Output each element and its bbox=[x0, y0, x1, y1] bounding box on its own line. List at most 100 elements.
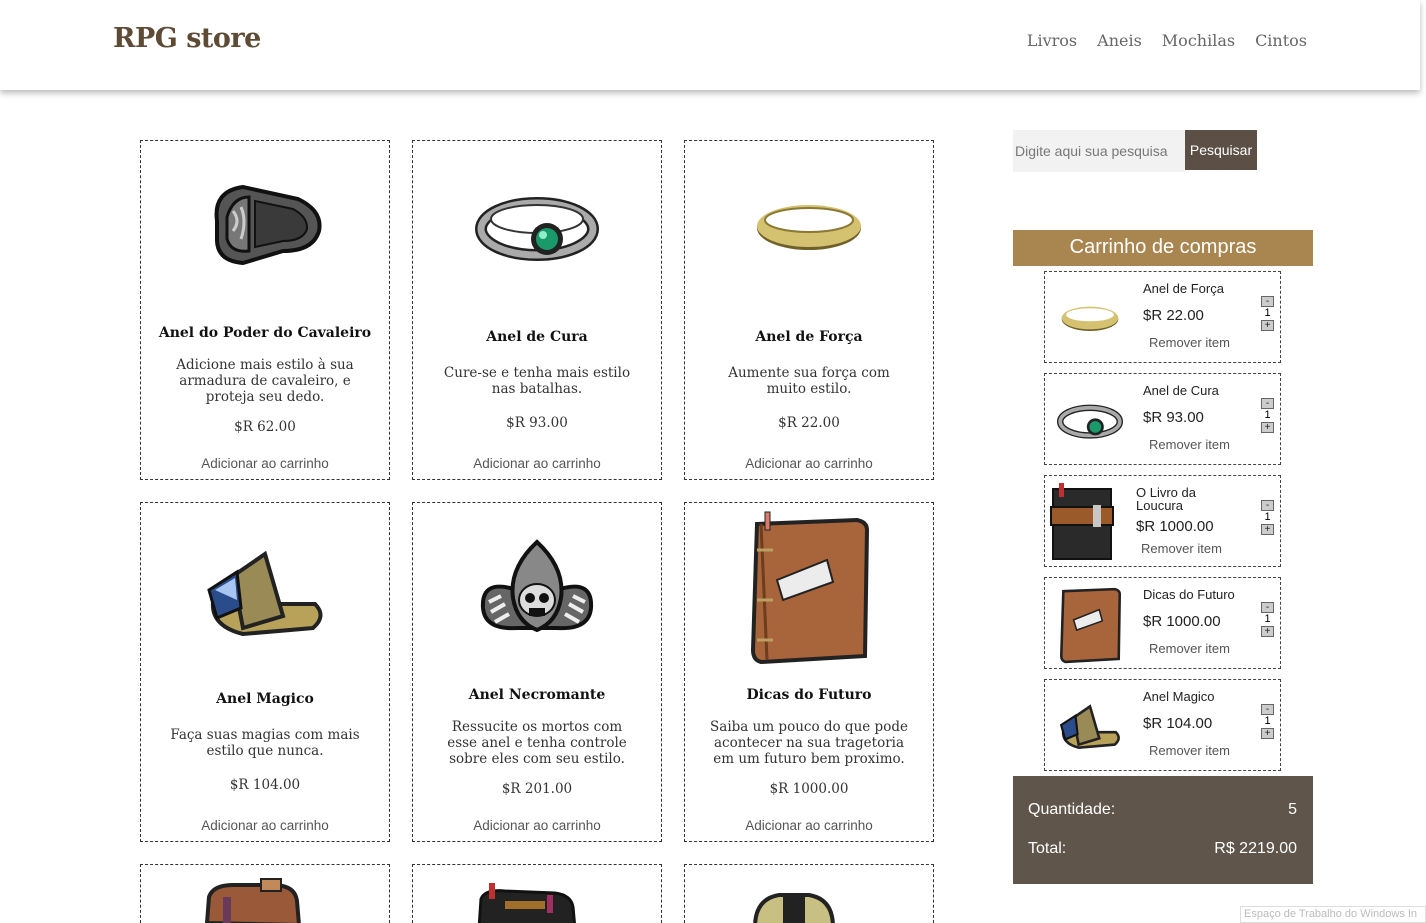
product-description: Saiba um pouco do que pode acontecer na … bbox=[710, 719, 908, 767]
dark-book-icon bbox=[1050, 483, 1114, 560]
add-to-cart-button[interactable]: Adicionar ao carrinho bbox=[685, 456, 933, 471]
cart-item-price: $R 93.00 bbox=[1143, 409, 1204, 426]
cart-item: Anel de Cura $R 93.00 Remover item - 1 + bbox=[1044, 373, 1281, 465]
product-name: Anel do Poder do Cavaleiro bbox=[158, 325, 372, 341]
cart-item: Anel de Força $R 22.00 Remover item - 1 … bbox=[1044, 271, 1281, 363]
cart-item-price: $R 1000.00 bbox=[1143, 613, 1221, 630]
cart-summary: Quantidade: 5 Total: R$ 2219.00 bbox=[1013, 776, 1313, 884]
product-name: Anel de Força bbox=[755, 329, 863, 345]
product-card bbox=[140, 864, 390, 923]
cart-item: O Livro da Loucura $R 1000.00 Remover it… bbox=[1044, 475, 1281, 567]
quantity-value: 1 bbox=[1261, 613, 1274, 626]
product-price: $R 201.00 bbox=[501, 781, 573, 797]
product-card bbox=[684, 864, 934, 923]
backpack-icon bbox=[204, 878, 301, 923]
add-to-cart-button[interactable]: Adicionar ao carrinho bbox=[413, 456, 661, 471]
quantity-value: 1 bbox=[1261, 307, 1274, 320]
cart-item-price: $R 22.00 bbox=[1143, 307, 1204, 324]
add-to-cart-button[interactable]: Adicionar ao carrinho bbox=[141, 456, 389, 471]
belt-icon bbox=[753, 893, 835, 923]
product-image bbox=[685, 141, 933, 311]
quantity-value: 1 bbox=[1261, 409, 1274, 422]
decrease-button[interactable]: - bbox=[1261, 398, 1274, 409]
nav-item-mochilas[interactable]: Mochilas bbox=[1162, 31, 1235, 50]
product-name: Dicas do Futuro bbox=[746, 687, 872, 703]
product-card: Anel de Força Aumente sua força com muit… bbox=[684, 140, 934, 480]
add-to-cart-button[interactable]: Adicionar ao carrinho bbox=[413, 818, 661, 833]
add-to-cart-button[interactable]: Adicionar ao carrinho bbox=[685, 818, 933, 833]
cart-item: Anel Magico $R 104.00 Remover item - 1 + bbox=[1044, 679, 1281, 771]
quantity-stepper: - 1 + bbox=[1261, 398, 1274, 433]
product-image bbox=[413, 503, 661, 673]
dark-book-icon bbox=[477, 883, 576, 923]
product-card: Anel do Poder do Cavaleiro Adicione mais… bbox=[140, 140, 390, 480]
cart-item-image bbox=[1047, 483, 1117, 560]
product-card: Anel de Cura Cure-se e tenha mais estilo… bbox=[412, 140, 662, 480]
product-price: $R 1000.00 bbox=[769, 781, 849, 797]
product-description: Aumente sua força com muito estilo. bbox=[728, 365, 890, 397]
os-watermark: Espaço de Trabalho do Windows In bbox=[1240, 906, 1426, 923]
brown-book-icon bbox=[1059, 587, 1122, 664]
increase-button[interactable]: + bbox=[1261, 626, 1274, 637]
increase-button[interactable]: + bbox=[1261, 728, 1274, 739]
cart-item-price: $R 104.00 bbox=[1143, 715, 1213, 732]
remove-item-button[interactable]: Remover item bbox=[1141, 541, 1222, 556]
remove-item-button[interactable]: Remover item bbox=[1149, 743, 1230, 758]
product-card bbox=[412, 864, 662, 923]
remove-item-button[interactable]: Remover item bbox=[1149, 437, 1230, 452]
decrease-button[interactable]: - bbox=[1261, 296, 1274, 307]
product-image bbox=[141, 141, 389, 311]
quantity-total: 5 bbox=[1288, 801, 1297, 818]
cart-item-name: O Livro da Loucura bbox=[1136, 485, 1196, 513]
product-card: Anel Magico Faça suas magias com mais es… bbox=[140, 502, 390, 842]
knight-ring-icon bbox=[214, 184, 322, 266]
cart-item-image bbox=[1051, 586, 1129, 664]
cart-item: Dicas do Futuro $R 1000.00 Remover item … bbox=[1044, 577, 1281, 669]
cart-item-image bbox=[1051, 382, 1129, 458]
product-price: $R 104.00 bbox=[229, 777, 301, 793]
gold-ring-icon bbox=[1061, 306, 1119, 332]
cart-item-price: $R 1000.00 bbox=[1136, 518, 1214, 535]
remove-item-button[interactable]: Remover item bbox=[1149, 641, 1230, 656]
decrease-button[interactable]: - bbox=[1261, 704, 1274, 715]
nav-item-livros[interactable]: Livros bbox=[1027, 31, 1077, 50]
add-to-cart-button[interactable]: Adicionar ao carrinho bbox=[141, 818, 389, 833]
cart-item-name: Anel de Cura bbox=[1143, 383, 1219, 398]
cart-item-name: Dicas do Futuro bbox=[1143, 587, 1235, 602]
product-description: Ressucite os mortos com esse anel e tenh… bbox=[447, 719, 627, 767]
product-price: $R 22.00 bbox=[778, 415, 840, 431]
cart-title: Carrinho de compras bbox=[1013, 230, 1313, 266]
quantity-value: 1 bbox=[1261, 715, 1274, 728]
site-logo[interactable]: RPG store bbox=[113, 23, 261, 54]
total-label: Total: bbox=[1028, 840, 1067, 857]
search-input[interactable] bbox=[1013, 130, 1185, 172]
product-name: Anel de Cura bbox=[486, 329, 588, 345]
decrease-button[interactable]: - bbox=[1261, 602, 1274, 613]
quantity-value: 1 bbox=[1261, 511, 1274, 524]
search-button[interactable]: Pesquisar bbox=[1185, 130, 1257, 170]
skull-ring-icon bbox=[480, 539, 594, 633]
increase-button[interactable]: + bbox=[1261, 524, 1274, 535]
total-value: R$ 2219.00 bbox=[1214, 840, 1297, 857]
nav-item-cintos[interactable]: Cintos bbox=[1255, 31, 1307, 50]
emerald-ring-icon bbox=[1057, 404, 1123, 439]
product-description: Cure-se e tenha mais estilo nas batalhas… bbox=[443, 365, 631, 397]
increase-button[interactable]: + bbox=[1261, 422, 1274, 433]
gold-ring-icon bbox=[757, 205, 861, 250]
crystal-ring-icon bbox=[207, 550, 323, 637]
cart-item-image bbox=[1051, 688, 1129, 764]
quantity-label: Quantidade: bbox=[1028, 801, 1116, 818]
product-description: Faça suas magias com mais estilo que nun… bbox=[170, 727, 360, 759]
nav-item-aneis[interactable]: Aneis bbox=[1097, 31, 1142, 50]
product-image bbox=[141, 507, 389, 677]
brown-book-icon bbox=[750, 511, 870, 665]
increase-button[interactable]: + bbox=[1261, 320, 1274, 331]
cart-item-image bbox=[1051, 280, 1129, 356]
product-card: Dicas do Futuro Saiba um pouco do que po… bbox=[684, 502, 934, 842]
remove-item-button[interactable]: Remover item bbox=[1149, 335, 1230, 350]
product-name: Anel Magico bbox=[216, 691, 314, 707]
product-name: Anel Necromante bbox=[468, 687, 606, 703]
crystal-ring-icon bbox=[1059, 704, 1120, 749]
decrease-button[interactable]: - bbox=[1261, 500, 1274, 511]
quantity-stepper: - 1 + bbox=[1261, 602, 1274, 637]
